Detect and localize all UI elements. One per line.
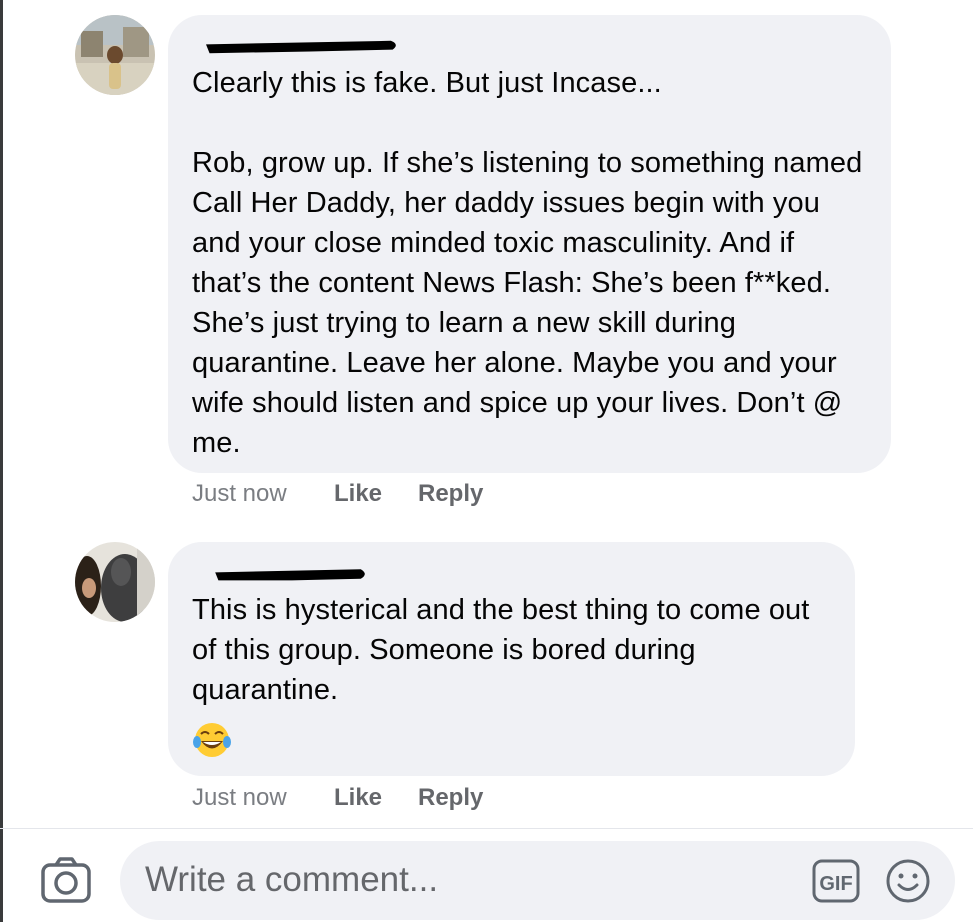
camera-icon[interactable] [40,856,92,904]
reply-button[interactable]: Reply [418,784,483,812]
comment-text: This is hysterical and the best thing to… [192,594,818,706]
composer-divider [0,828,973,829]
comment-input-placeholder: Write a comment... [145,860,439,899]
window-edge [0,0,3,922]
comment-timestamp: Just now [192,784,287,811]
like-button[interactable]: Like [334,480,382,508]
comment-input[interactable]: Write a comment... GIF [120,841,955,920]
like-button[interactable]: Like [334,784,382,812]
gif-icon[interactable]: GIF [812,859,860,903]
commenter-avatar[interactable] [75,542,155,622]
comment-timestamp: Just now [192,480,287,507]
redacted-author-name [215,569,365,581]
redacted-author-name [206,40,396,54]
laughing-emoji-icon [193,723,231,757]
comment-bubble: This is hysterical and the best thing to… [168,542,855,776]
svg-text:GIF: GIF [819,873,852,895]
commenter-avatar[interactable] [75,15,155,95]
comment-text: Clearly this is fake. But just Incase...… [192,67,863,459]
smiley-icon[interactable] [885,858,931,904]
comment-bubble: Clearly this is fake. But just Incase...… [168,15,891,473]
reply-button[interactable]: Reply [418,480,483,508]
